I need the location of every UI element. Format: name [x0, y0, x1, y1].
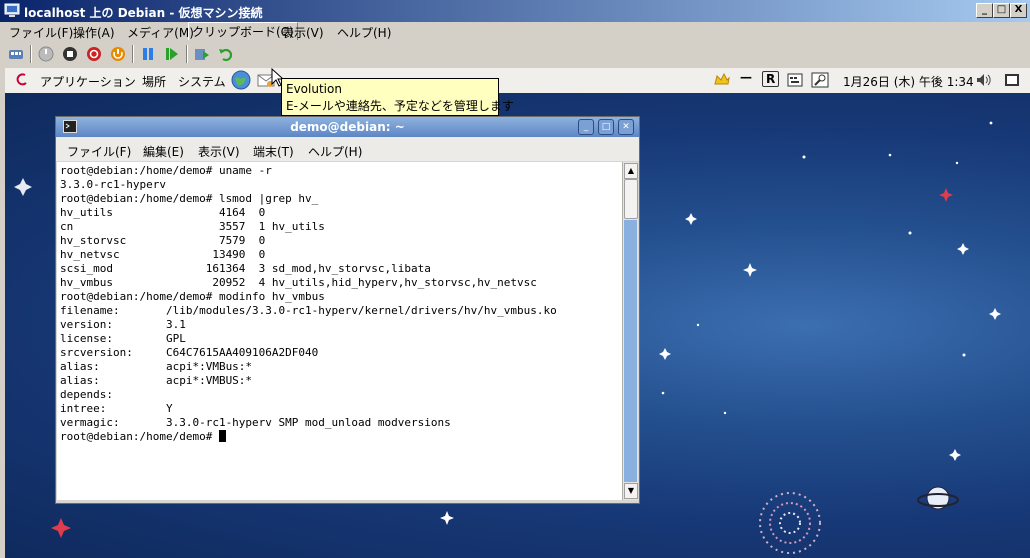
scrollbar-thumb[interactable]: [624, 179, 638, 219]
shutdown-icon[interactable]: [86, 46, 102, 62]
launcher-tooltip: Evolution E-メールや連絡先、予定などを管理します: [281, 78, 514, 116]
host-title-bar: localhost 上の Debian - 仮想マシン接続 _ □ X: [0, 0, 1030, 22]
terminal-prompt-line[interactable]: root@debian:/home/demo#: [60, 430, 226, 444]
terminal-title: demo@debian: ~: [290, 120, 405, 134]
terminal-line: root@debian:/home/demo# lsmod |grep hv_: [60, 192, 319, 205]
terminal-menu-file[interactable]: ファイル(F): [67, 143, 131, 160]
terminal-line: depends:: [60, 388, 166, 401]
r-input-icon[interactable]: R: [762, 71, 780, 87]
terminal-scrollbar[interactable]: ▲ ▼: [622, 162, 638, 500]
terminal-window: demo@debian: ~ _ □ ✕ ファイル(F) 編集(E) 表示(V)…: [55, 116, 640, 504]
menu-view[interactable]: 表示(V): [282, 24, 324, 41]
gnome-top-panel: アプリケーション 場所 システム — R 1月26日 (木) 午後 1:34: [5, 68, 1030, 94]
spiral-galaxy-art: [759, 492, 821, 554]
host-toolbar: [0, 40, 1030, 69]
planet-icon[interactable]: [917, 486, 959, 510]
terminal-title-bar[interactable]: demo@debian: ~ _ □ ✕: [56, 117, 639, 137]
terminal-close-button[interactable]: ✕: [618, 119, 634, 135]
menu-action[interactable]: 操作(A): [73, 24, 115, 41]
terminal-line: root@debian:/home/demo# uname -r: [60, 164, 272, 177]
save-state-icon[interactable]: [110, 46, 126, 62]
maximize-button[interactable]: □: [993, 3, 1010, 18]
terminal-line: alias: acpi*:VMBus:*: [60, 360, 253, 373]
toolbar-separator: [132, 45, 134, 63]
terminal-minimize-button[interactable]: _: [578, 119, 594, 135]
terminal-line: intree: Y: [60, 402, 173, 415]
scroll-down-arrow-icon[interactable]: ▼: [624, 483, 638, 499]
terminal-line: scsi_mod 161364 3 sd_mod,hv_storvsc,liba…: [60, 262, 431, 275]
terminal-menu-view[interactable]: 表示(V): [198, 143, 240, 160]
show-desktop-icon[interactable]: [1004, 72, 1020, 88]
vm-connect-icon: [4, 3, 20, 17]
text-cursor: [218, 430, 226, 442]
host-window-title: localhost 上の Debian - 仮想マシン接続: [24, 6, 263, 20]
menu-file[interactable]: ファイル(F): [9, 24, 73, 41]
pause-icon[interactable]: [140, 46, 156, 62]
tooltip-description: E-メールや連絡先、予定などを管理します: [286, 99, 514, 113]
terminal-line: root@debian:/home/demo# modinfo hv_vmbus: [60, 290, 325, 303]
panel-clock[interactable]: 1月26日 (木) 午後 1:34: [843, 73, 974, 90]
turn-off-icon[interactable]: [62, 46, 78, 62]
terminal-line: vermagic: 3.3.0-rc1-hyperv SMP mod_unloa…: [60, 416, 451, 429]
terminal-line: hv_storvsc 7579 0: [60, 234, 266, 247]
terminal-line: filename: /lib/modules/3.3.0-rc1-hyperv/…: [60, 304, 557, 317]
snapshot-icon[interactable]: [194, 46, 210, 62]
menu-media[interactable]: メディア(M): [127, 24, 194, 41]
scroll-up-arrow-icon[interactable]: ▲: [624, 163, 638, 179]
toolbar-separator: [30, 45, 32, 63]
terminal-menu-edit[interactable]: 編集(E): [143, 143, 184, 160]
terminal-line: srcversion: C64C7615AA409106A2DF040: [60, 346, 319, 359]
dictionary-search-icon[interactable]: [811, 72, 829, 88]
start-icon[interactable]: [38, 46, 54, 62]
terminal-screen[interactable]: root@debian:/home/demo# uname -r 3.3.0-rc…: [57, 162, 622, 500]
terminal-line: hv_utils 4164 0: [60, 206, 266, 219]
host-menu-bar: ファイル(F) 操作(A) メディア(M) クリップボード(C) 表示(V) ヘ…: [0, 22, 1030, 41]
terminal-line: cn 3557 1 hv_utils: [60, 220, 325, 233]
terminal-line: alias: acpi*:VMBUS:*: [60, 374, 253, 387]
resume-icon[interactable]: [164, 46, 180, 62]
terminal-menu-terminal[interactable]: 端末(T): [253, 143, 294, 160]
toolbar-separator: [186, 45, 188, 63]
terminal-line: hv_netvsc 13490 0: [60, 248, 266, 261]
menu-system[interactable]: システム: [178, 73, 226, 90]
menu-places[interactable]: 場所: [142, 73, 166, 90]
volume-icon[interactable]: [975, 72, 993, 88]
debian-swirl-icon[interactable]: [15, 72, 31, 88]
terminal-line: 3.3.0-rc1-hyperv: [60, 178, 166, 191]
terminal-line: hv_vmbus 20952 4 hv_utils,hid_hyperv,hv_…: [60, 276, 537, 289]
tooltip-title: Evolution: [286, 82, 342, 96]
close-button[interactable]: X: [1010, 3, 1027, 18]
terminal-prompt: root@debian:/home/demo#: [60, 430, 219, 443]
ctrl-alt-del-icon[interactable]: [8, 46, 24, 62]
menu-help[interactable]: ヘルプ(H): [337, 24, 391, 41]
revert-icon[interactable]: [218, 46, 234, 62]
keyboard-icon[interactable]: [787, 72, 803, 88]
terminal-line: version: 3.1: [60, 318, 186, 331]
minus-icon[interactable]: —: [740, 70, 752, 84]
terminal-line: license: GPL: [60, 332, 186, 345]
terminal-menu-help[interactable]: ヘルプ(H): [308, 143, 362, 160]
terminal-maximize-button[interactable]: □: [598, 119, 614, 135]
web-browser-icon[interactable]: [231, 70, 251, 90]
terminal-menu-bar: ファイル(F) 編集(E) 表示(V) 端末(T) ヘルプ(H): [56, 137, 639, 161]
menu-applications[interactable]: アプリケーション: [40, 73, 136, 90]
scrollbar-track[interactable]: [624, 220, 637, 482]
user-crown-icon[interactable]: [713, 72, 731, 88]
minimize-button[interactable]: _: [976, 3, 993, 18]
